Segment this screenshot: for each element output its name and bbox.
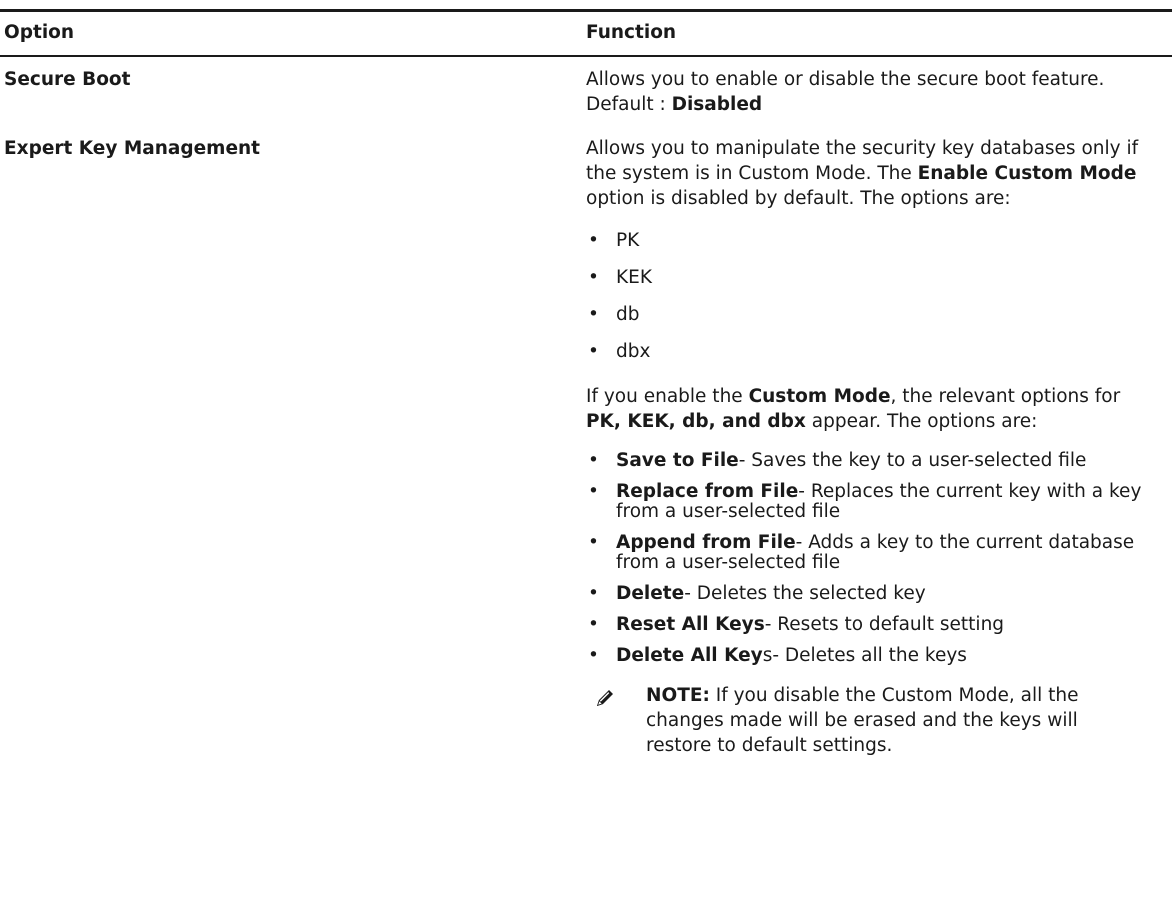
option-text: - Resets to default setting bbox=[764, 614, 1005, 635]
header-option: Option bbox=[4, 22, 75, 43]
option-text: s- Deletes all the keys bbox=[762, 645, 967, 666]
option-name: Replace from File bbox=[616, 481, 799, 502]
table-top-rule bbox=[0, 9, 1172, 12]
option-name: Delete bbox=[616, 583, 685, 604]
option-text: - Saves the key to a user-selected file bbox=[738, 450, 1087, 471]
option-secure-boot: Secure Boot bbox=[4, 69, 131, 90]
header-function: Function bbox=[586, 22, 677, 43]
list-item: db bbox=[586, 302, 1146, 327]
secure-boot-desc-text: Allows you to enable or disable the secu… bbox=[586, 69, 1105, 115]
ekm-p2-text-c: , the relevant options for bbox=[890, 386, 1121, 407]
option-text: - Deletes the selected key bbox=[684, 583, 926, 604]
custom-mode-options-list: Save to File- Saves the key to a user-se… bbox=[586, 450, 1146, 667]
list-item: Append from File- Adds a key to the curr… bbox=[586, 533, 1146, 573]
ekm-p1-bold: Enable Custom Mode bbox=[917, 163, 1137, 184]
option-name: Delete All Key bbox=[616, 645, 763, 666]
secure-boot-description: Allows you to enable or disable the secu… bbox=[586, 67, 1146, 117]
table-header-rule bbox=[0, 55, 1172, 57]
option-name: Append from File bbox=[616, 532, 796, 553]
list-item: Reset All Keys- Resets to default settin… bbox=[586, 614, 1146, 636]
list-item: Delete- Deletes the selected key bbox=[586, 583, 1146, 605]
key-database-list: PK KEK db dbx bbox=[586, 228, 1146, 364]
list-item: Save to File- Saves the key to a user-se… bbox=[586, 450, 1146, 472]
ekm-paragraph-2: If you enable the Custom Mode, the relev… bbox=[586, 384, 1146, 434]
pencil-icon bbox=[597, 690, 613, 706]
note-label: NOTE: bbox=[646, 685, 710, 706]
ekm-p2-bold-keys: PK, KEK, db, and dbx bbox=[586, 411, 806, 432]
ekm-p2-text-e: appear. The options are: bbox=[805, 411, 1038, 432]
ekm-paragraph-1: Allows you to manipulate the security ke… bbox=[586, 136, 1146, 211]
ekm-p2-bold-custom-mode: Custom Mode bbox=[748, 386, 891, 407]
function-expert-key-management: Allows you to manipulate the security ke… bbox=[586, 136, 1146, 758]
document-page: Option Function Secure Boot Allows you t… bbox=[0, 0, 1172, 914]
option-name: Reset All Keys bbox=[616, 614, 765, 635]
list-item: KEK bbox=[586, 265, 1146, 290]
ekm-p2-text-a: If you enable the bbox=[586, 386, 749, 407]
option-name: Save to File bbox=[616, 450, 739, 471]
secure-boot-default: Disabled bbox=[671, 94, 763, 115]
note-text: NOTE: If you disable the Custom Mode, al… bbox=[646, 683, 1146, 758]
function-secure-boot: Allows you to enable or disable the secu… bbox=[586, 67, 1146, 117]
list-item: dbx bbox=[586, 339, 1146, 364]
list-item: Delete All Keys- Deletes all the keys bbox=[586, 645, 1146, 667]
note-body: If you disable the Custom Mode, all the … bbox=[646, 685, 1079, 756]
list-item: Replace from File- Replaces the current … bbox=[586, 482, 1146, 522]
list-item: PK bbox=[586, 228, 1146, 253]
note-box: NOTE: If you disable the Custom Mode, al… bbox=[586, 683, 1146, 758]
option-expert-key-management: Expert Key Management bbox=[4, 138, 261, 159]
ekm-p1-text-c: option is disabled by default. The optio… bbox=[586, 188, 1011, 209]
